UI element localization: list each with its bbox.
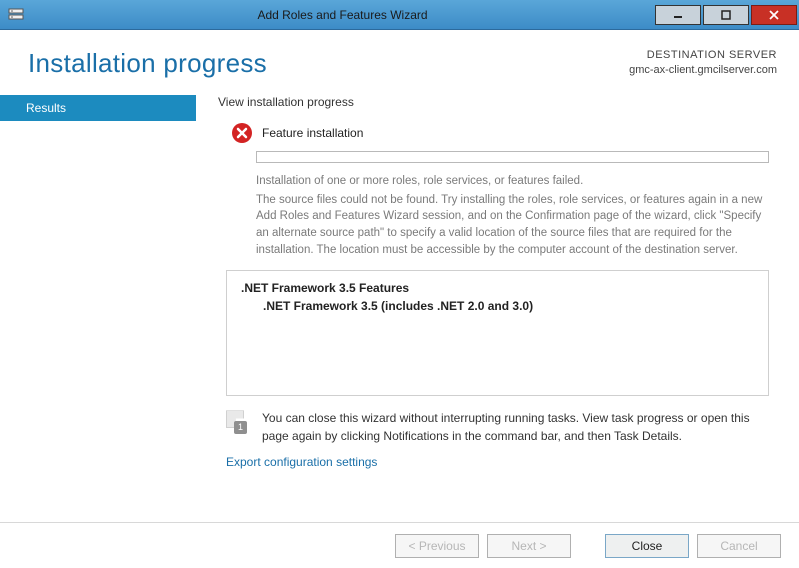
next-button: Next > [487, 534, 571, 558]
notification-count: 1 [234, 421, 247, 434]
destination-label: DESTINATION SERVER [629, 48, 777, 63]
error-icon [232, 123, 252, 143]
wizard-footer: < Previous Next > Close Cancel [0, 522, 799, 568]
window-controls [655, 5, 799, 25]
title-bar: Add Roles and Features Wizard [0, 0, 799, 30]
previous-button: < Previous [395, 534, 479, 558]
export-settings-link[interactable]: Export configuration settings [226, 455, 777, 469]
header: Installation progress DESTINATION SERVER… [0, 30, 799, 89]
progress-bar [256, 151, 769, 163]
window-title: Add Roles and Features Wizard [30, 8, 655, 22]
wizard-sidebar: Results [0, 89, 196, 519]
section-title: View installation progress [218, 95, 777, 109]
error-message-body: The source files could not be found. Try… [256, 194, 762, 256]
feature-installation-label: Feature installation [262, 126, 363, 140]
wizard-main: View installation progress Feature insta… [196, 89, 799, 519]
features-list: .NET Framework 3.5 Features .NET Framewo… [226, 270, 769, 396]
server-manager-icon [8, 7, 24, 23]
flag-icon: 1 [226, 410, 252, 440]
cancel-button: Cancel [697, 534, 781, 558]
minimize-button[interactable] [655, 5, 701, 25]
feature-item: .NET Framework 3.5 (includes .NET 2.0 an… [241, 299, 754, 313]
maximize-button[interactable] [703, 5, 749, 25]
sidebar-step-results[interactable]: Results [0, 95, 196, 121]
close-wizard-button[interactable]: Close [605, 534, 689, 558]
close-button[interactable] [751, 5, 797, 25]
destination-value: gmc-ax-client.gmcilserver.com [629, 63, 777, 78]
note-text: You can close this wizard without interr… [262, 410, 769, 445]
destination-server: DESTINATION SERVER gmc-ax-client.gmcilse… [629, 48, 777, 79]
feature-group: .NET Framework 3.5 Features [241, 281, 754, 295]
error-message: Installation of one or more roles, role … [256, 173, 769, 258]
page-title: Installation progress [28, 48, 267, 79]
error-message-line1: Installation of one or more roles, role … [256, 173, 769, 190]
notification-note: 1 You can close this wizard without inte… [226, 410, 769, 445]
